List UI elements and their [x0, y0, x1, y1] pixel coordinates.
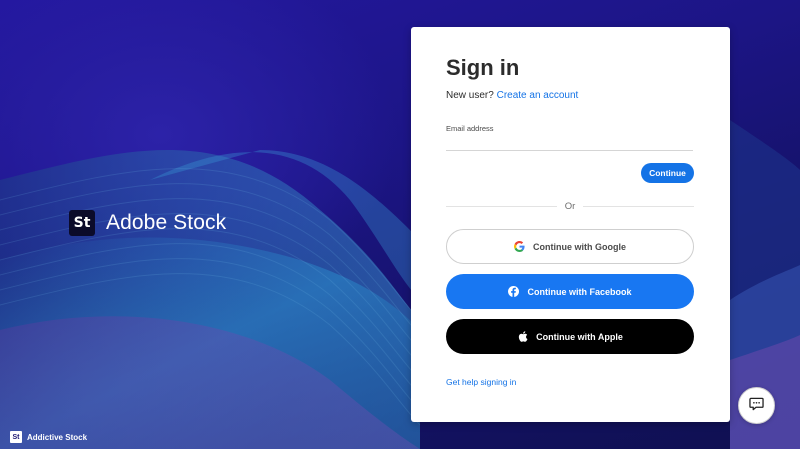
credit-logo-icon: St [10, 431, 22, 443]
continue-with-facebook-button[interactable]: Continue with Facebook [446, 274, 694, 309]
chat-bubble-icon [749, 397, 764, 414]
chat-button[interactable] [738, 387, 775, 424]
sign-in-card: Sign in New user? Create an account Emai… [411, 27, 730, 422]
new-user-row: New user? Create an account [446, 90, 578, 101]
image-credit: St Addictive Stock [10, 431, 87, 443]
facebook-icon [508, 286, 520, 297]
email-field[interactable] [446, 135, 693, 151]
google-button-label: Continue with Google [533, 241, 626, 252]
page-title: Sign in [446, 55, 520, 80]
continue-with-google-button[interactable]: Continue with Google [446, 229, 694, 264]
facebook-button-label: Continue with Facebook [527, 286, 632, 297]
divider-line-left [446, 205, 557, 207]
apple-icon [517, 331, 528, 342]
apple-button-label: Continue with Apple [536, 331, 623, 342]
or-divider: Or [446, 200, 694, 212]
credit-text: Addictive Stock [27, 432, 88, 442]
adobe-stock-logo-icon: St [69, 210, 95, 236]
divider-line-right [583, 205, 694, 207]
continue-with-apple-button[interactable]: Continue with Apple [446, 319, 694, 354]
adobe-stock-brand: St Adobe Stock [69, 210, 226, 236]
email-label: Email address [446, 124, 494, 133]
create-account-link[interactable]: Create an account [497, 90, 579, 101]
help-signing-in-link[interactable]: Get help signing in [446, 377, 516, 387]
brand-name: Adobe Stock [106, 211, 227, 234]
new-user-prompt: New user? [446, 90, 494, 101]
continue-button[interactable]: Continue [641, 163, 694, 183]
divider-text: Or [564, 200, 576, 212]
google-icon [514, 241, 525, 252]
